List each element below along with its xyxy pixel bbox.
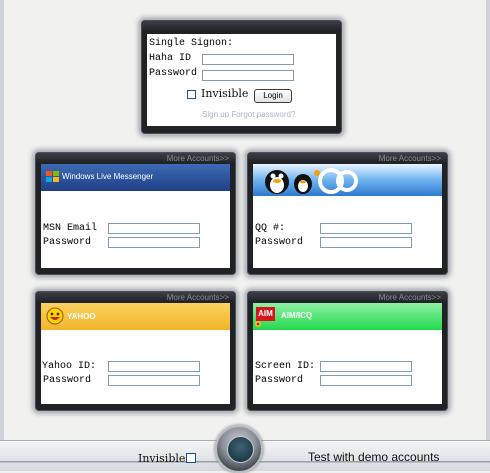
msn-password-input[interactable] [108,237,200,248]
panel-topbar [142,21,341,31]
aim-body: AIM AIM/ICQ Screen ID: Password [253,303,442,404]
yahoo-panel: More Accounts>> YAHOO Yahoo ID: Password [35,291,236,411]
aim-screen-input[interactable] [320,361,412,372]
aim-banner: AIM AIM/ICQ [253,303,442,330]
footer-invisible-checkbox[interactable] [186,453,196,463]
signon-invisible-checkbox[interactable] [187,90,196,99]
icq-flower-icon [255,321,261,327]
msn-panel: More Accounts>> Windows Live Messenger M… [35,152,236,275]
qq-number-label: QQ #: [255,223,286,234]
footer-invisible-label: Invisible [138,452,186,465]
aim-password-input[interactable] [320,375,412,386]
qq-penguin-icon [265,168,358,194]
qq-banner [253,164,442,196]
aim-screen-label: Screen ID: [255,361,316,372]
windows-live-icon [46,171,59,182]
msn-more-accounts-link[interactable]: More Accounts>> [167,154,229,163]
login-button[interactable]: Login [254,89,292,103]
signon-password-input[interactable] [202,70,294,81]
signon-invisible-label: Invisible [201,87,249,100]
haha-id-input[interactable] [202,54,294,65]
qq-panel: More Accounts>> QQ #: Password [247,152,448,275]
demo-accounts-link[interactable]: Test with demo accounts [308,450,439,464]
yahoo-logo-text: YAHOO [67,312,96,321]
yahoo-password-input[interactable] [108,375,200,386]
yahoo-more-accounts-link[interactable]: More Accounts>> [167,293,229,302]
yahoo-password-label: Password [43,375,92,386]
aim-logo-text: AIM/ICQ [281,311,313,320]
yahoo-body: YAHOO Yahoo ID: Password [41,303,230,404]
signup-forgot-links[interactable]: Sign up Forgot password? [202,110,295,119]
msn-body: Windows Live Messenger MSN Email Passwor… [41,164,230,268]
msn-logo-text: Windows Live Messenger [62,172,154,181]
qq-password-input[interactable] [320,237,412,248]
demo-orb-button[interactable] [215,425,263,473]
signon-body: Single Signon: Haha ID Password Invisibl… [147,34,336,126]
yahoo-smiley-icon [46,307,64,325]
signon-title: Single Signon: [149,38,234,49]
msn-email-input[interactable] [108,223,200,234]
aim-password-label: Password [255,375,304,386]
qq-number-input[interactable] [320,223,412,234]
qq-password-label: Password [255,237,304,248]
msn-password-label: Password [43,237,92,248]
msn-email-label: MSN Email [43,223,98,234]
qq-body: QQ #: Password [253,164,442,268]
yahoo-id-label: Yahoo ID: [42,361,97,372]
yahoo-banner: YAHOO [41,303,230,330]
single-signon-panel: Single Signon: Haha ID Password Invisibl… [141,20,342,134]
qq-more-accounts-link[interactable]: More Accounts>> [379,154,441,163]
yahoo-id-input[interactable] [108,361,200,372]
logo-icon [227,436,254,463]
msn-banner: Windows Live Messenger [41,164,230,191]
aim-panel: More Accounts>> AIM AIM/ICQ Screen ID: P… [247,291,448,411]
signon-password-label: Password [149,68,198,79]
haha-id-label: Haha ID [149,53,192,64]
aim-more-accounts-link[interactable]: More Accounts>> [379,293,441,302]
